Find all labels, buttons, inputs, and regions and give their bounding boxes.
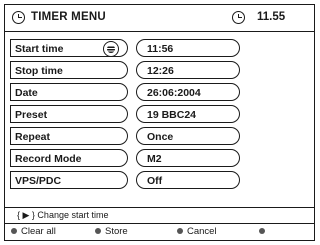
hint-text: { ▶ } Change start time xyxy=(17,210,109,220)
repeat-field[interactable]: Once xyxy=(136,127,240,145)
start-time-field[interactable]: 11:56 xyxy=(136,39,240,57)
vps-pdc-value: Off xyxy=(147,175,163,187)
current-time: 11.55 xyxy=(257,11,286,23)
row-stop-time[interactable]: Stop time 12:26 xyxy=(10,61,240,79)
cancel-label: Cancel xyxy=(187,226,217,237)
hint-divider xyxy=(5,207,314,208)
row-record-mode[interactable]: Record Mode M2 xyxy=(10,149,240,167)
menu-title: TIMER MENU xyxy=(31,11,106,23)
repeat-label: Repeat xyxy=(15,131,51,143)
dot-icon xyxy=(177,228,183,234)
preset-label-box[interactable]: Preset xyxy=(10,105,128,123)
start-time-label-box[interactable]: Start time xyxy=(10,39,128,57)
record-mode-label: Record Mode xyxy=(15,153,82,165)
vps-pdc-field[interactable]: Off xyxy=(136,171,240,189)
clock-icon xyxy=(232,11,245,24)
dot-icon xyxy=(11,228,17,234)
repeat-value: Once xyxy=(147,131,174,143)
date-label: Date xyxy=(15,87,38,99)
date-field[interactable]: 26:06:2004 xyxy=(136,83,240,101)
date-value: 26:06:2004 xyxy=(147,87,201,99)
store-button[interactable]: Store xyxy=(95,226,128,238)
cancel-button[interactable]: Cancel xyxy=(177,226,217,238)
preset-value: 19 BBC24 xyxy=(147,109,197,121)
clear-all-label: Clear all xyxy=(21,226,56,237)
stop-time-field[interactable]: 12:26 xyxy=(136,61,240,79)
row-start-time[interactable]: Start time 11:56 xyxy=(10,39,240,57)
row-date[interactable]: Date 26:06:2004 xyxy=(10,83,240,101)
row-repeat[interactable]: Repeat Once xyxy=(10,127,240,145)
date-label-box[interactable]: Date xyxy=(10,83,128,101)
repeat-label-box[interactable]: Repeat xyxy=(10,127,128,145)
record-mode-value: M2 xyxy=(147,153,162,165)
preset-field[interactable]: 19 BBC24 xyxy=(136,105,240,123)
row-vps-pdc[interactable]: VPS/PDC Off xyxy=(10,171,240,189)
start-time-value: 11:56 xyxy=(147,43,174,55)
row-preset[interactable]: Preset 19 BBC24 xyxy=(10,105,240,123)
store-label: Store xyxy=(105,226,128,237)
menu-header: TIMER MENU 11.55 xyxy=(5,5,314,32)
empty-option-button[interactable] xyxy=(259,226,269,238)
stop-time-value: 12:26 xyxy=(147,65,174,77)
vps-pdc-label: VPS/PDC xyxy=(15,175,62,187)
footer-divider xyxy=(5,223,314,224)
clear-all-button[interactable]: Clear all xyxy=(11,226,56,238)
record-icon xyxy=(103,41,119,57)
stop-time-label: Stop time xyxy=(15,65,63,77)
clock-icon xyxy=(12,11,25,24)
record-mode-label-box[interactable]: Record Mode xyxy=(10,149,128,167)
dot-icon xyxy=(259,228,265,234)
start-time-label: Start time xyxy=(15,43,64,55)
stop-time-label-box[interactable]: Stop time xyxy=(10,61,128,79)
record-mode-field[interactable]: M2 xyxy=(136,149,240,167)
preset-label: Preset xyxy=(15,109,48,121)
timer-menu-panel: TIMER MENU 11.55 Start time 11:56 Stop t… xyxy=(4,4,315,241)
vps-pdc-label-box[interactable]: VPS/PDC xyxy=(10,171,128,189)
dot-icon xyxy=(95,228,101,234)
